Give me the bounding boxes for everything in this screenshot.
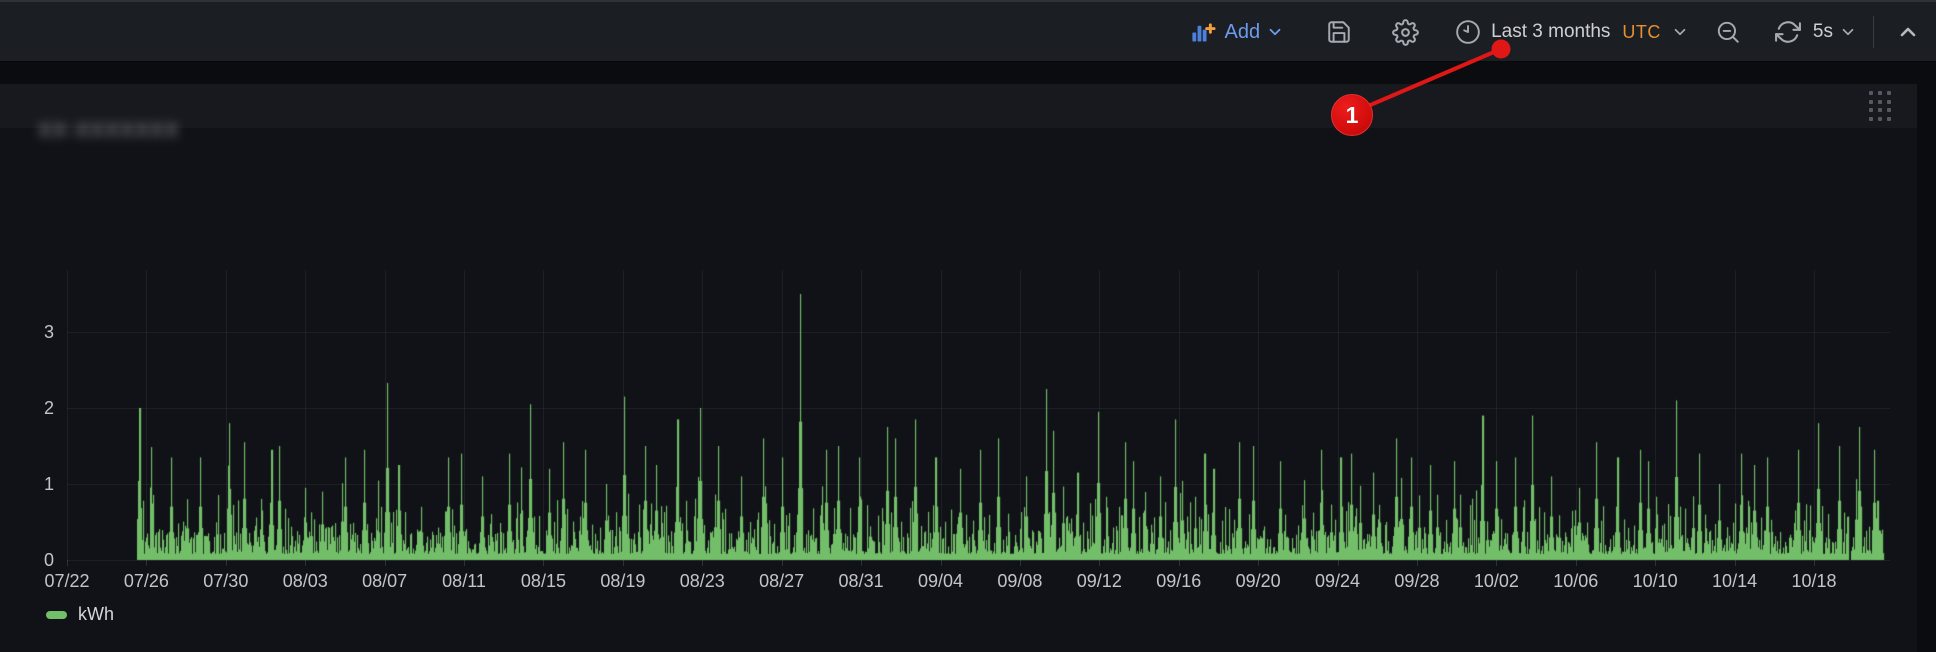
x-tick-label: 08/19 [581,572,665,590]
x-tick-label: 10/02 [1454,572,1538,590]
refresh-interval-label: 5s [1813,21,1833,43]
panel-title-redacted: XX-XXXXXXX [38,120,180,146]
panel-drag-handle-icon[interactable] [1869,91,1895,123]
gear-icon [1392,19,1419,46]
x-tick-label: 09/08 [978,572,1062,590]
add-button-label: Add [1224,21,1260,44]
timezone-label: UTC [1622,22,1661,43]
chevron-up-icon [1896,20,1920,44]
x-tick-label: 09/28 [1375,572,1459,590]
x-tick-label: 08/27 [740,572,824,590]
x-tick-label: 08/03 [263,572,347,590]
x-tick-label: 08/23 [660,572,744,590]
panel-header[interactable] [0,84,1917,128]
x-tick-label: 09/12 [1057,572,1141,590]
legend-series-swatch [46,611,67,619]
dashboard-background-gap [0,63,1936,84]
refresh-interval-dropdown[interactable]: 5s [1801,21,1857,43]
x-tick-label: 08/15 [501,572,585,590]
x-tick-label: 07/26 [104,572,188,590]
y-tick-label: 1 [8,475,54,493]
dashboard-settings-button[interactable] [1392,19,1419,46]
save-dashboard-button[interactable] [1326,19,1352,45]
refresh-icon [1775,19,1801,45]
dashboard-toolbar: Add [0,0,1936,62]
grafana-dashboard-screen: Add [0,0,1936,652]
time-range-picker[interactable]: Last 3 months UTC [1455,19,1689,45]
add-panel-button[interactable]: Add [1189,19,1284,46]
save-icon [1326,19,1352,45]
y-tick-label: 3 [8,323,54,341]
x-tick-label: 10/18 [1772,572,1856,590]
x-tick-label: 09/20 [1216,572,1300,590]
x-tick-label: 10/10 [1613,572,1697,590]
annotation-badge-1: 1 [1331,94,1373,136]
refresh-button[interactable] [1775,19,1801,45]
legend-series-label: kWh [78,604,114,625]
x-tick-label: 08/11 [422,572,506,590]
x-tick-label: 09/24 [1296,572,1380,590]
zoom-out-time-button[interactable] [1715,19,1741,45]
x-tick-label: 10/14 [1693,572,1777,590]
bar-chart-plus-icon [1189,19,1216,46]
kwh-series-plot[interactable] [67,269,1891,561]
clock-icon [1455,19,1481,45]
toolbar-divider [1873,16,1874,48]
x-tick-label: 10/06 [1534,572,1618,590]
chevron-down-icon [1266,23,1284,41]
chevron-down-icon [1671,23,1689,41]
legend-item-kwh[interactable]: kWh [46,604,114,625]
x-tick-label: 09/04 [899,572,983,590]
x-tick-label: 09/16 [1137,572,1221,590]
time-range-label: Last 3 months [1491,21,1610,43]
x-tick-label: 08/07 [343,572,427,590]
x-tick-label: 07/30 [184,572,268,590]
x-tick-label: 08/31 [819,572,903,590]
collapse-toolbar-button[interactable] [1896,20,1920,44]
x-tick-label: 07/22 [25,572,109,590]
zoom-out-icon [1715,19,1741,45]
chevron-down-icon [1839,23,1857,41]
y-tick-label: 0 [8,551,54,569]
y-tick-label: 2 [8,399,54,417]
